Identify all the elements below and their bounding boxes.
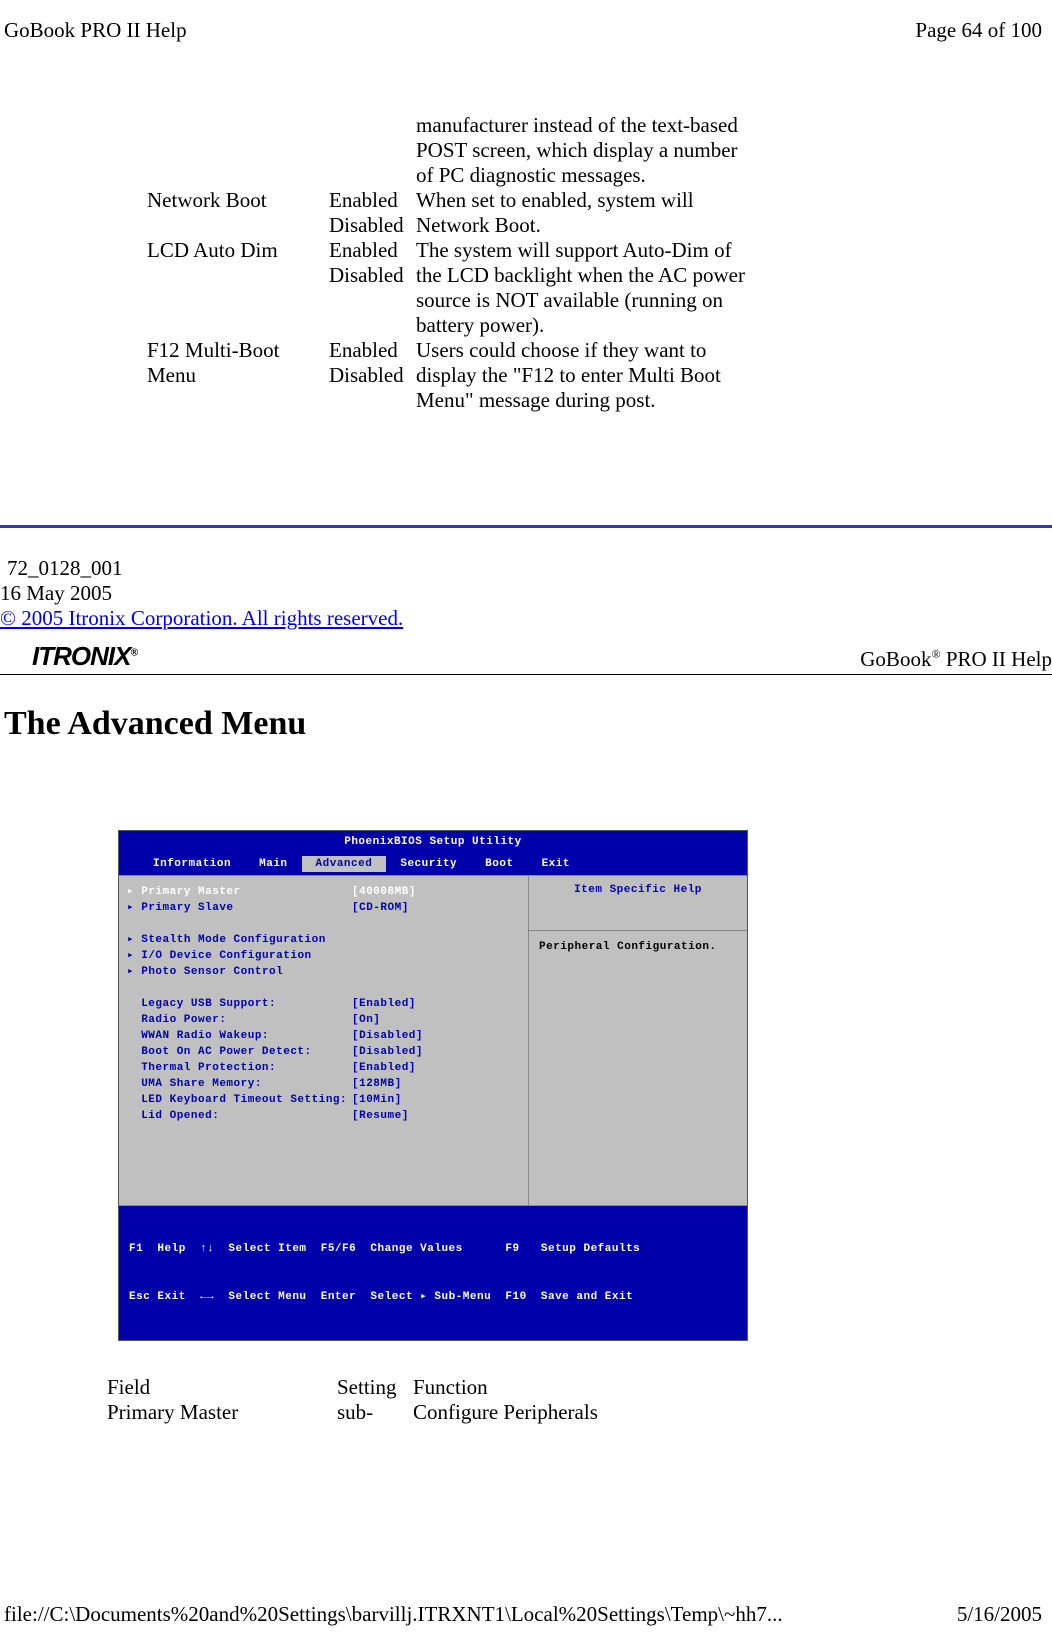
bios-row: LED Keyboard Timeout Setting:[10Min]	[127, 1092, 520, 1108]
header-title: GoBook PRO II Help	[4, 18, 187, 43]
cell-function: Configure Peripherals	[413, 1400, 763, 1425]
brand-reg: ®	[130, 647, 136, 658]
bios-row: ▸ Stealth Mode Configuration	[127, 932, 520, 948]
product-header: ITRONIX® GoBook® PRO II Help	[0, 641, 1052, 675]
cell-function: The system will support Auto-Dim of the …	[416, 238, 746, 338]
section-title: The Advanced Menu	[4, 705, 1052, 743]
doc-number: 72_0128_001	[0, 556, 1052, 581]
copyright-link[interactable]: © 2005 Itronix Corporation. All rights r…	[0, 606, 403, 630]
bios-help-body: Peripheral Configuration.	[529, 931, 747, 963]
bios-title: PhoenixBIOS Setup Utility	[119, 831, 747, 853]
table-row: LCD Auto Dim Enabled Disabled The system…	[147, 238, 746, 338]
bios-row: ▸ Primary Slave[CD-ROM]	[127, 900, 520, 916]
bios-label: ▸ Primary Slave	[127, 900, 352, 916]
bios-tab-active: Advanced	[302, 856, 387, 872]
bios-tab: Security	[386, 856, 471, 872]
header-function: Function	[413, 1375, 763, 1400]
table-row: Primary Master sub- Configure Peripheral…	[107, 1400, 763, 1425]
cell-setting: Enabled Disabled	[329, 338, 416, 413]
bios-tabs: Information Main Advanced Security Boot …	[119, 853, 747, 875]
bios-value: [Enabled]	[352, 1060, 416, 1076]
footer-path: file://C:\Documents%20and%20Settings\bar…	[4, 1602, 783, 1627]
table-row: Network Boot Enabled Disabled When set t…	[147, 188, 746, 238]
footer-date: 5/16/2005	[957, 1602, 1042, 1627]
bios-footer: F1 Help ↑↓ Select Item F5/F6 Change Valu…	[119, 1206, 747, 1340]
bios-row: Radio Power:[On]	[127, 1012, 520, 1028]
bios-label: Boot On AC Power Detect:	[127, 1044, 352, 1060]
bios-label: Radio Power:	[127, 1012, 352, 1028]
bios-label: LED Keyboard Timeout Setting:	[127, 1092, 352, 1108]
bios-label: ▸ I/O Device Configuration	[127, 948, 352, 964]
product-reg: ®	[931, 647, 940, 661]
bios-value: [Disabled]	[352, 1028, 423, 1044]
product-suffix: PRO II Help	[941, 647, 1052, 671]
table-header-row: Field Setting Function	[107, 1375, 763, 1400]
bios-value: [Disabled]	[352, 1044, 423, 1060]
bios-value: [On]	[352, 1012, 380, 1028]
page-header: GoBook PRO II Help Page 64 of 100	[0, 0, 1052, 43]
bios-value: [Enabled]	[352, 996, 416, 1012]
bios-row: UMA Share Memory:[128MB]	[127, 1076, 520, 1092]
bios-label: ▸ Stealth Mode Configuration	[127, 932, 352, 948]
advanced-table: Field Setting Function Primary Master su…	[107, 1375, 763, 1425]
brand-text: ITRONIX	[32, 641, 130, 671]
bios-label: ▸ Primary Master	[127, 884, 352, 900]
cell-field: Primary Master	[107, 1400, 337, 1425]
divider	[0, 525, 1052, 528]
doc-date: 16 May 2005	[0, 581, 1052, 606]
bios-row: ▸ Photo Sensor Control	[127, 964, 520, 980]
bios-right: Item Specific Help Peripheral Configurat…	[529, 876, 747, 1206]
bios-row: ▸ I/O Device Configuration	[127, 948, 520, 964]
product-text: GoBook	[860, 647, 931, 671]
bios-label: Legacy USB Support:	[127, 996, 352, 1012]
bios-screenshot: PhoenixBIOS Setup Utility Information Ma…	[118, 830, 748, 1341]
bios-help-title: Item Specific Help	[529, 876, 747, 931]
bios-value: [Resume]	[352, 1108, 409, 1124]
cell-setting: Enabled Disabled	[329, 188, 416, 238]
bios-row: WWAN Radio Wakeup:[Disabled]	[127, 1028, 520, 1044]
header-field: Field	[107, 1375, 337, 1400]
table-row: manufacturer instead of the text-based P…	[147, 113, 746, 188]
table-row: F12 Multi-Boot Menu Enabled Disabled Use…	[147, 338, 746, 413]
content: manufacturer instead of the text-based P…	[0, 43, 1052, 1425]
cell-field: F12 Multi-Boot Menu	[147, 338, 329, 413]
bios-footer-line: F1 Help ↑↓ Select Item F5/F6 Change Valu…	[129, 1241, 737, 1257]
bios-tab: Exit	[528, 856, 584, 872]
bios-label: Lid Opened:	[127, 1108, 352, 1124]
bios-left: ▸ Primary Master[40008MB]▸ Primary Slave…	[119, 876, 529, 1206]
bios-tab: Boot	[471, 856, 527, 872]
bios-label: UMA Share Memory:	[127, 1076, 352, 1092]
settings-table: manufacturer instead of the text-based P…	[147, 113, 746, 413]
bios-value: [CD-ROM]	[352, 900, 409, 916]
product-name: GoBook® PRO II Help	[860, 647, 1052, 672]
bios-label: ▸ Photo Sensor Control	[127, 964, 352, 980]
bios-row: ▸ Primary Master[40008MB]	[127, 884, 520, 900]
cell-function: When set to enabled, system will Network…	[416, 188, 746, 238]
cell-function: manufacturer instead of the text-based P…	[416, 113, 746, 188]
cell-field: LCD Auto Dim	[147, 238, 329, 338]
bios-tab: Main	[245, 856, 301, 872]
bios-footer-line: Esc Exit ←→ Select Menu Enter Select ▸ S…	[129, 1289, 737, 1305]
bios-row: Legacy USB Support:[Enabled]	[127, 996, 520, 1012]
bios-tab: Information	[139, 856, 245, 872]
bios-label: WWAN Radio Wakeup:	[127, 1028, 352, 1044]
bios-row: Lid Opened:[Resume]	[127, 1108, 520, 1124]
bios-value: [128MB]	[352, 1076, 402, 1092]
cell-setting: Enabled Disabled	[329, 238, 416, 338]
cell-field: Network Boot	[147, 188, 329, 238]
header-setting: Setting	[337, 1375, 413, 1400]
doc-info: 72_0128_001 16 May 2005 © 2005 Itronix C…	[0, 525, 1052, 675]
brand-logo: ITRONIX®	[0, 641, 137, 672]
cell-setting: sub-	[337, 1400, 413, 1425]
bios-label: Thermal Protection:	[127, 1060, 352, 1076]
bios-value: [10Min]	[352, 1092, 402, 1108]
bios-row: Boot On AC Power Detect:[Disabled]	[127, 1044, 520, 1060]
bios-row: Thermal Protection:[Enabled]	[127, 1060, 520, 1076]
page-footer: file://C:\Documents%20and%20Settings\bar…	[0, 1602, 1052, 1627]
header-page: Page 64 of 100	[915, 18, 1042, 43]
bios-body: ▸ Primary Master[40008MB]▸ Primary Slave…	[119, 875, 747, 1206]
bios-value: [40008MB]	[352, 884, 416, 900]
cell-function: Users could choose if they want to displ…	[416, 338, 746, 413]
